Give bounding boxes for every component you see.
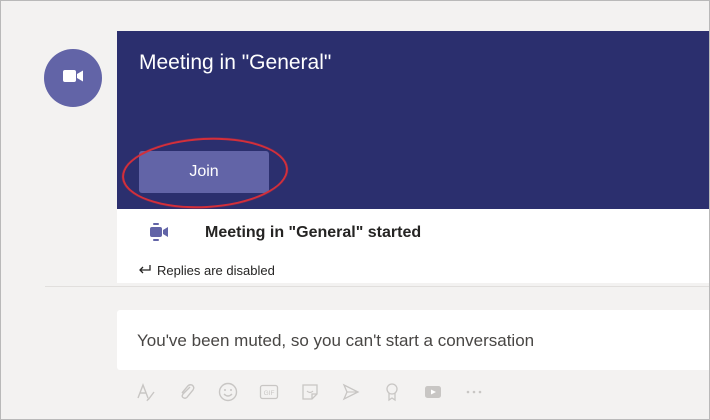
meeting-card: Meeting in "General" Join Meeting in "Ge… — [117, 31, 709, 283]
meeting-title: Meeting in "General" — [139, 51, 332, 74]
format-icon[interactable] — [135, 381, 157, 403]
praise-icon[interactable] — [381, 381, 403, 403]
meet-now-icon[interactable] — [340, 381, 362, 403]
replies-disabled-row: Replies are disabled — [137, 263, 275, 278]
teams-channel-view: Meeting in "General" Join Meeting in "Ge… — [0, 0, 710, 420]
meeting-started-row: Meeting in "General" started — [117, 209, 709, 261]
meeting-started-icon — [147, 222, 171, 247]
conversation-divider — [45, 286, 709, 287]
meeting-started-text: Meeting in "General" started — [205, 224, 422, 241]
video-camera-icon — [61, 67, 85, 90]
gif-label: GIF — [264, 390, 275, 397]
compose-box: You've been muted, so you can't start a … — [117, 310, 709, 370]
more-options-icon[interactable] — [463, 381, 485, 403]
attach-icon[interactable] — [176, 381, 198, 403]
stream-icon[interactable] — [422, 381, 444, 403]
compose-toolbar: GIF — [135, 379, 485, 405]
muted-message: You've been muted, so you can't start a … — [137, 331, 535, 350]
reply-arrow-icon — [137, 263, 151, 278]
meeting-avatar — [44, 49, 102, 107]
sticker-icon[interactable] — [299, 381, 321, 403]
join-button[interactable]: Join — [139, 151, 269, 193]
meeting-banner: Meeting in "General" Join — [117, 31, 709, 213]
emoji-icon[interactable] — [217, 381, 239, 403]
replies-disabled-text: Replies are disabled — [157, 263, 275, 278]
gif-icon[interactable]: GIF — [258, 381, 280, 403]
